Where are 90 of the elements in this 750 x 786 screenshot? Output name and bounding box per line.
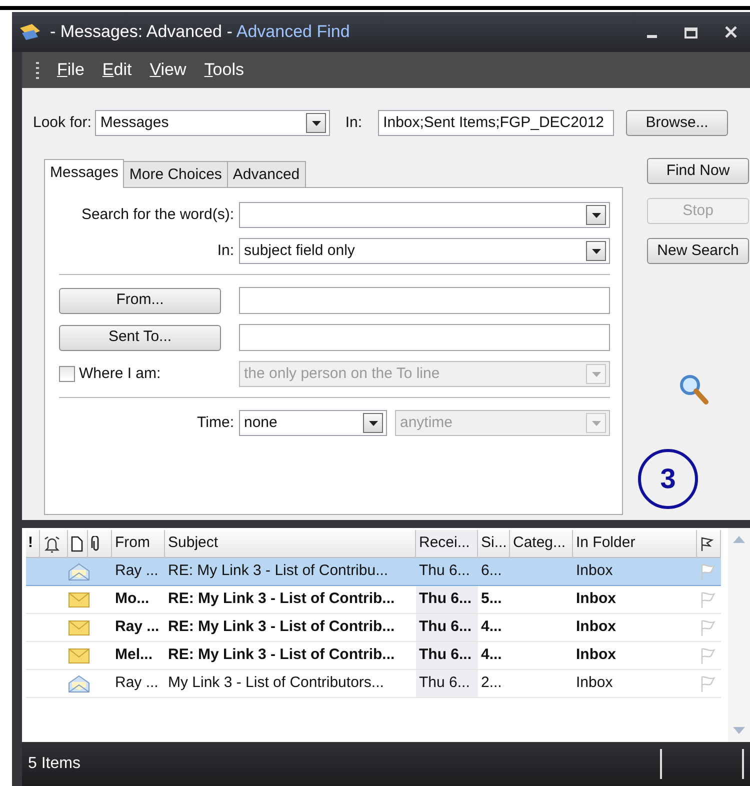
- toolbar-grip-icon: [36, 61, 39, 79]
- message-row[interactable]: Mel... RE: My Link 3 - List of Contrib... Thu 6... 4... Inbox: [26, 642, 721, 670]
- message-row[interactable]: Ray ... RE: My Link 3 - List of Contribu... Thu 6... 6... Inbox: [26, 558, 721, 586]
- from-cell-text: Ray ...: [114, 673, 160, 694]
- mail-app-icon: [18, 23, 42, 41]
- received-cell: Thu 6...: [416, 586, 478, 613]
- paperclip-icon: [91, 536, 101, 552]
- status-text: 5 Items: [28, 754, 80, 774]
- flag-icon: [700, 536, 714, 552]
- subject-cell-text: RE: My Link 3 - List of Contrib...: [167, 617, 396, 638]
- folder-cell-text: Inbox: [575, 645, 617, 666]
- column-header[interactable]: [697, 530, 721, 558]
- flag-icon: [700, 646, 716, 664]
- field-label: Time:: [196, 412, 235, 433]
- column-header[interactable]: [68, 530, 88, 558]
- dropdown-arrow-icon: [592, 212, 600, 218]
- action-button[interactable]: New Search: [647, 238, 749, 264]
- tab[interactable]: More Choices: [123, 161, 228, 187]
- in-label: In:: [345, 112, 362, 133]
- document-icon: [71, 536, 83, 552]
- column-header[interactable]: In Folder: [573, 530, 697, 558]
- dropdown-arrow-icon: [368, 420, 378, 426]
- received-cell: Thu 6...: [416, 642, 478, 669]
- dropdown-arrow-icon: [312, 120, 321, 126]
- from-button[interactable]: From...: [59, 288, 221, 314]
- dropdown-arrow-icon: [592, 420, 600, 426]
- folder-cell-text: Inbox: [575, 673, 614, 694]
- field-label: Search for the word(s):: [80, 204, 235, 225]
- flag-icon: [700, 618, 716, 636]
- message-row[interactable]: Ray ... My Link 3 - List of Contributors... Thu 6... 2... Inbox: [26, 670, 721, 698]
- folder-cell-text: Inbox: [575, 589, 617, 610]
- look-for-dropdown[interactable]: Messages: [95, 110, 330, 136]
- maximize-icon[interactable]: [684, 25, 698, 39]
- from-field[interactable]: [239, 287, 610, 314]
- received-cell-text: Thu 6...: [418, 561, 471, 582]
- flag-icon: [700, 562, 716, 580]
- received-cell: Thu 6...: [416, 614, 478, 641]
- column-header[interactable]: Subject: [165, 530, 416, 558]
- subject-cell-text: RE: My Link 3 - List of Contrib...: [167, 589, 396, 610]
- subject-cell-text: RE: My Link 3 - List of Contrib...: [167, 645, 396, 666]
- from-cell-text: Ray ...: [114, 617, 160, 638]
- from-cell-text: Mo...: [114, 589, 150, 610]
- from-cell-text: Mel...: [114, 645, 154, 666]
- from-cell-text: Ray ...: [114, 561, 160, 582]
- tab[interactable]: Advanced: [226, 161, 306, 187]
- size-cell-text: 4...: [480, 645, 503, 666]
- app-name: Advanced Find: [236, 21, 350, 44]
- time-dropdown[interactable]: none: [239, 410, 387, 436]
- browse-button[interactable]: Browse...: [626, 110, 728, 136]
- flag-icon: [700, 590, 716, 608]
- folder-cell-text: Inbox: [575, 617, 617, 638]
- message-row[interactable]: Mo... RE: My Link 3 - List of Contrib... Thu 6... 5... Inbox: [26, 586, 721, 614]
- column-header[interactable]: From: [112, 530, 165, 558]
- received-cell: Thu 6...: [416, 670, 478, 697]
- column-header[interactable]: [88, 530, 112, 558]
- annotation-number: 3: [638, 449, 698, 509]
- sent-to-button[interactable]: Sent To...: [59, 324, 221, 350]
- action-button[interactable]: Find Now: [647, 158, 749, 184]
- size-cell-text: 5...: [480, 589, 503, 610]
- tab[interactable]: Messages: [44, 159, 124, 188]
- flag-icon: [700, 674, 716, 692]
- column-header[interactable]: Recei...: [416, 530, 478, 558]
- subject-cell-text: My Link 3 - List of Contributors...: [167, 673, 385, 694]
- look-for-label: Look for:: [33, 112, 92, 133]
- window-title: - Messages: Advanced -: [50, 21, 232, 44]
- folder-field: Inbox;Sent Items;FGP_DEC2012: [378, 110, 614, 136]
- search-in-dropdown[interactable]: subject field only: [239, 238, 610, 264]
- magnifier-icon: [679, 374, 709, 406]
- size-cell-text: 4...: [480, 617, 503, 638]
- size-cell-text: 2...: [480, 673, 503, 694]
- column-header[interactable]: Categ...: [510, 530, 573, 558]
- sent-to-field[interactable]: [239, 324, 610, 351]
- menu-item[interactable]: View: [150, 57, 186, 83]
- menu-item[interactable]: Tools: [204, 57, 244, 83]
- close-icon[interactable]: [724, 25, 738, 39]
- dropdown-arrow-icon: [592, 248, 600, 254]
- size-cell-text: 6...: [480, 561, 503, 582]
- column-header[interactable]: Si...: [478, 530, 510, 558]
- menu-item[interactable]: File: [57, 57, 84, 83]
- menu-item[interactable]: Edit: [102, 57, 132, 83]
- message-row[interactable]: Ray ... RE: My Link 3 - List of Contrib... Thu 6... 4... Inbox: [26, 614, 721, 642]
- column-header[interactable]: [40, 530, 68, 558]
- dropdown-arrow-icon: [592, 372, 600, 376]
- subject-cell-text: RE: My Link 3 - List of Contribu...: [167, 561, 390, 582]
- field-label: In:: [216, 240, 235, 261]
- reminder-bell-icon: [43, 534, 61, 552]
- search-words-dropdown[interactable]: [239, 202, 610, 228]
- folder-cell-text: Inbox: [575, 561, 614, 582]
- column-header[interactable]: !: [26, 530, 40, 558]
- checkbox-label: Where I am:: [79, 364, 161, 384]
